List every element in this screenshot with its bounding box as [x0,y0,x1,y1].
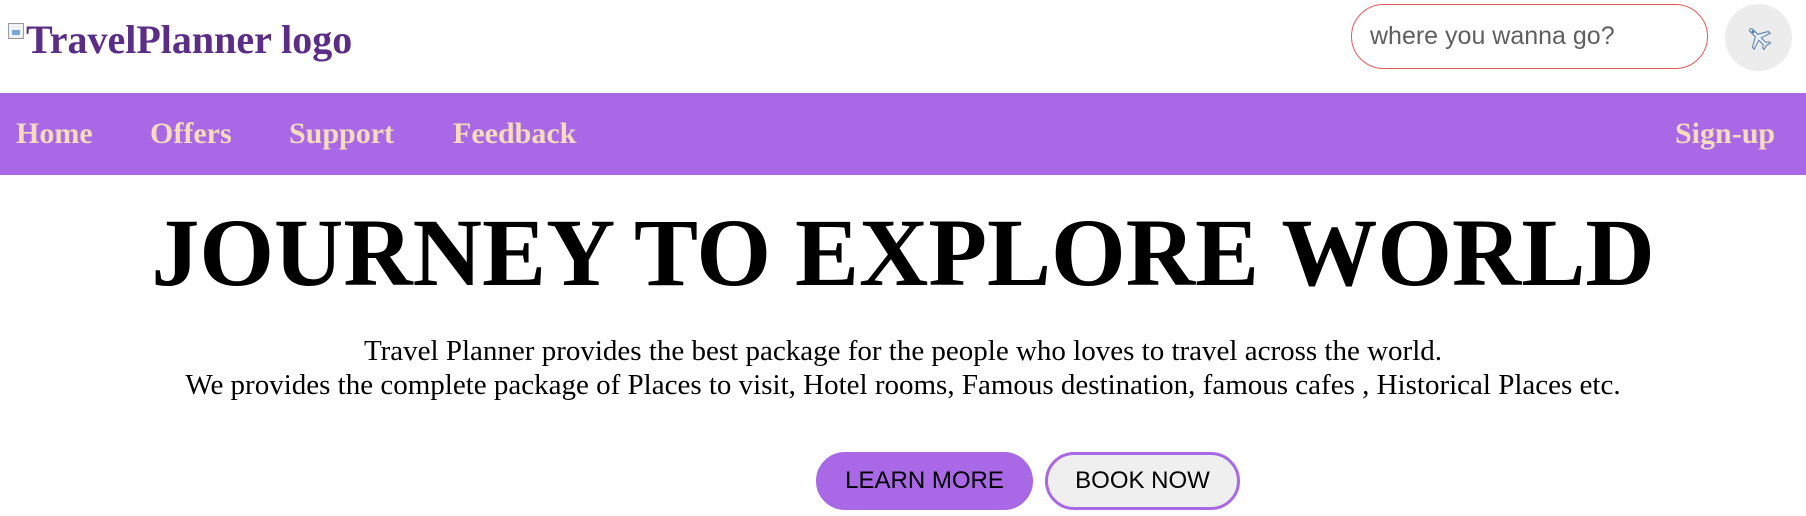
search-input[interactable] [1351,4,1708,69]
airplane-icon [1748,27,1771,50]
nav-signup-link[interactable]: Sign-up [1675,93,1775,175]
hero-title: JOURNEY TO EXPLORE WORLD [151,199,1655,306]
nav-support-link[interactable]: Support [289,93,394,175]
logo-alt-text: TravelPlanner logo [26,17,353,62]
hero-description-line-1: Travel Planner provides the best package… [363,335,1443,367]
nav-offers-link[interactable]: Offers [150,93,232,175]
broken-image-icon [8,23,24,39]
search-go-button[interactable] [1725,4,1792,71]
nav-home-link[interactable]: Home [16,93,93,175]
hero-description-line-2: We provides the complete package of Plac… [185,369,1621,401]
site-header: TravelPlanner logo [0,0,1806,93]
hero-description: Travel Planner provides the best package… [0,334,1806,402]
main-navbar: Home Offers Support Feedback Sign-up [0,93,1806,175]
site-logo[interactable]: TravelPlanner logo [8,14,352,66]
learn-more-button[interactable]: LEARN MORE [816,452,1033,510]
nav-feedback-link[interactable]: Feedback [453,93,576,175]
book-now-button[interactable]: BOOK NOW [1045,452,1240,510]
